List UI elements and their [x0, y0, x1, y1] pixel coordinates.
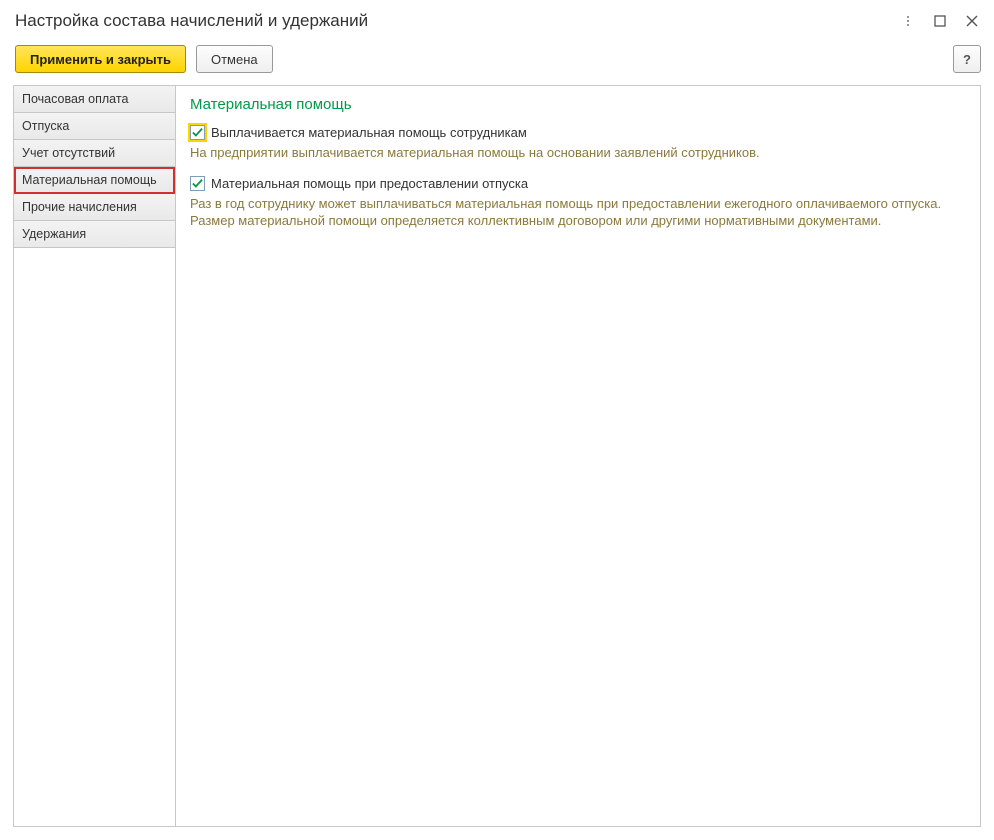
help-button[interactable]: ?: [953, 45, 981, 73]
content-panel: Материальная помощь Выплачивается матери…: [176, 86, 980, 826]
option-row: Выплачивается материальная помощь сотруд…: [190, 125, 966, 140]
kebab-menu-icon[interactable]: [899, 12, 917, 30]
option-label[interactable]: Материальная помощь при предоставлении о…: [211, 176, 528, 191]
body: Почасовая оплата Отпуска Учет отсутствий…: [13, 85, 981, 827]
sidebar-item-deductions[interactable]: Удержания: [14, 221, 175, 248]
sidebar-item-other-accruals[interactable]: Прочие начисления: [14, 194, 175, 221]
cancel-button[interactable]: Отмена: [196, 45, 273, 73]
option-label[interactable]: Выплачивается материальная помощь сотруд…: [211, 125, 527, 140]
sidebar-item-hourly-pay[interactable]: Почасовая оплата: [14, 86, 175, 113]
window-controls: [899, 12, 981, 30]
sidebar-item-material-aid[interactable]: Материальная помощь: [14, 167, 175, 194]
checkbox-material-aid-vacation[interactable]: [190, 176, 205, 191]
toolbar: Применить и закрыть Отмена ?: [1, 39, 993, 85]
option-description: На предприятии выплачивается материальна…: [190, 144, 950, 162]
titlebar: Настройка состава начислений и удержаний: [1, 1, 993, 39]
option-block: Выплачивается материальная помощь сотруд…: [190, 125, 966, 162]
option-row: Материальная помощь при предоставлении о…: [190, 176, 966, 191]
maximize-icon[interactable]: [931, 12, 949, 30]
checkbox-material-aid-paid[interactable]: [190, 125, 205, 140]
settings-window: Настройка состава начислений и удержаний…: [0, 0, 994, 840]
option-description: Раз в год сотруднику может выплачиваться…: [190, 195, 950, 230]
sidebar-item-absence-tracking[interactable]: Учет отсутствий: [14, 140, 175, 167]
apply-and-close-button[interactable]: Применить и закрыть: [15, 45, 186, 73]
sidebar: Почасовая оплата Отпуска Учет отсутствий…: [14, 86, 176, 826]
section-title: Материальная помощь: [190, 96, 966, 113]
close-icon[interactable]: [963, 12, 981, 30]
window-title: Настройка состава начислений и удержаний: [15, 11, 899, 31]
sidebar-item-vacations[interactable]: Отпуска: [14, 113, 175, 140]
option-block: Материальная помощь при предоставлении о…: [190, 176, 966, 230]
